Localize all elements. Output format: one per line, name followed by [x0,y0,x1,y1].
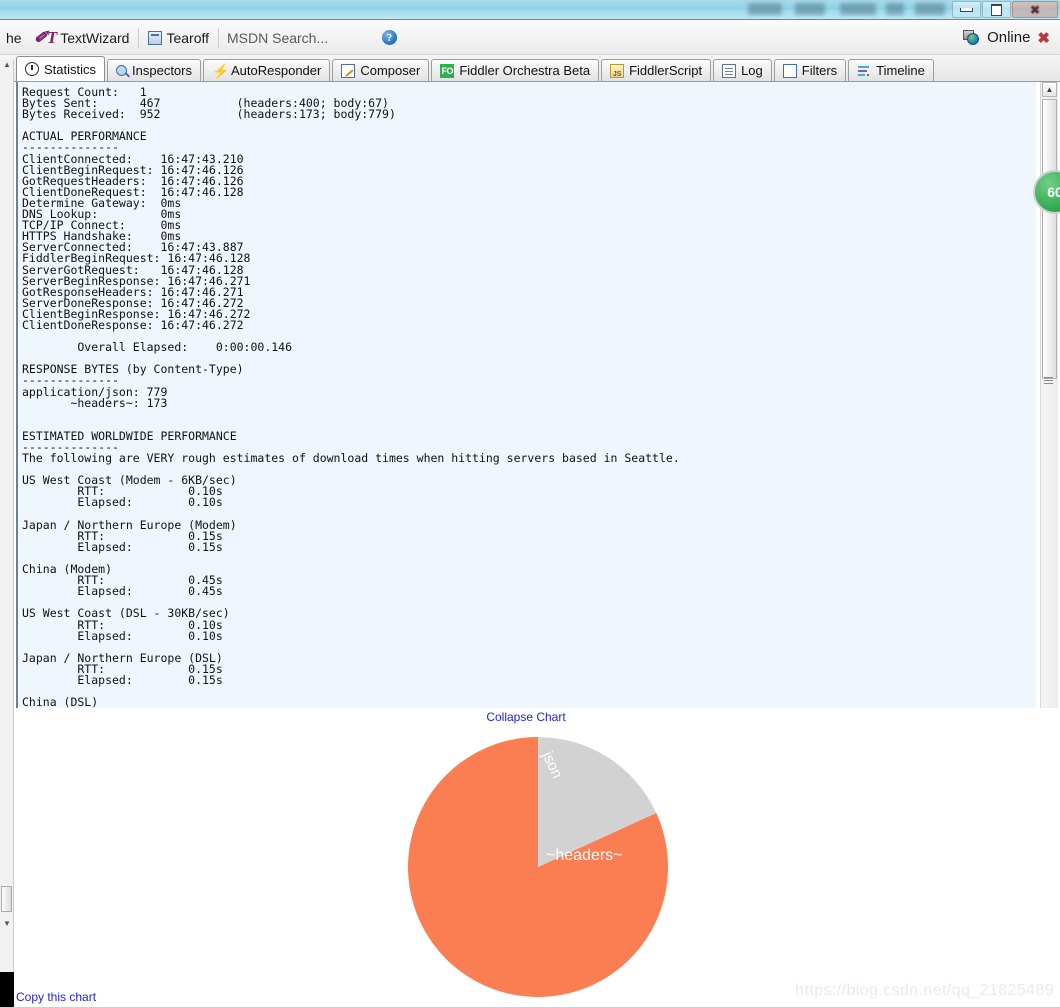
tab-label: FiddlerScript [629,63,703,78]
clock-icon [25,62,39,76]
tab-label: Log [741,63,763,78]
tab-label: Timeline [876,63,925,78]
left-scrollbar[interactable]: ▲ ▼ [0,60,14,1000]
tab-log[interactable]: Log [713,59,772,81]
cache-menu-partial[interactable]: he [0,28,28,48]
left-gutter-filler [0,972,14,1008]
tab-autoresponder[interactable]: ⚡ AutoResponder [203,59,331,81]
pie-chart-svg [408,737,668,997]
window-title-bar: ✖ [0,0,1060,20]
tab-label: Fiddler Orchestra Beta [459,63,591,78]
minimize-icon [960,7,973,12]
titlebar-blurred-text [795,3,825,15]
main-tabstrip: ▲ Statistics Inspectors ⚡ AutoResponder … [0,55,1060,82]
tearoff-label: Tearoff [166,29,209,46]
titlebar-blurred-text [748,3,782,15]
tab-composer[interactable]: Composer [332,59,430,81]
window-controls: ✖ [952,1,1058,18]
fo-icon: FO [440,63,455,78]
online-close-icon[interactable]: ✖ [1037,29,1050,47]
titlebar-blurred-text [840,3,876,15]
textwizard-icon: ✐T [33,27,58,47]
log-icon [722,63,737,78]
help-icon[interactable]: ? [382,30,397,45]
bolt-icon: ⚡ [212,62,230,79]
pencil-icon [341,63,356,78]
tab-label: Filters [801,63,838,78]
timeline-icon [857,64,871,78]
close-icon: ✖ [1029,2,1041,17]
js-icon: JS [610,63,625,78]
minimize-button[interactable] [952,1,981,18]
tab-label: Statistics [44,61,97,77]
watermark-text: https://blog.csdn.net/qq_21825489 [795,982,1054,999]
online-status-area: Online ✖ [963,29,1060,47]
globe-icon [963,30,980,45]
statistics-pane: Request Count: 1 Bytes Sent: 467 (header… [16,82,1036,708]
tab-filters[interactable]: Filters [773,59,847,81]
chart-area: Collapse Chart json ~headers~ [16,708,1060,1008]
response-bytes-pie-chart: json ~headers~ [408,737,668,997]
status-badge[interactable]: 60 [1033,170,1060,214]
tab-inspectors[interactable]: Inspectors [107,59,201,81]
titlebar-blurred-text [915,3,945,15]
scrollbar-grip-icon [1044,377,1053,384]
tab-timeline[interactable]: Timeline [848,59,934,81]
toolbar-separator [218,27,219,48]
filter-icon [782,63,797,78]
close-window-button[interactable]: ✖ [1012,1,1058,18]
fiddler-toolbar: he ✐T TextWizard Tearoff MSDN Search... … [0,21,1060,55]
online-label[interactable]: Online [987,29,1030,46]
toolbar-separator [138,27,140,48]
restore-icon [991,3,1002,16]
tearoff-icon [148,30,163,45]
left-scrollbar-thumb[interactable] [1,886,12,912]
tab-label: AutoResponder [231,63,322,78]
statistics-text: Request Count: 1 Bytes Sent: 467 (header… [22,85,680,708]
tearoff-button[interactable]: Tearoff [142,28,215,48]
scroll-up-button[interactable]: ▲ [1042,82,1057,97]
left-scroll-down-icon[interactable]: ▼ [2,919,12,928]
textwizard-button[interactable]: ✐T TextWizard [28,26,136,50]
copy-this-chart-link[interactable]: Copy this chart [16,990,96,1004]
left-scroll-up-icon[interactable]: ▲ [2,60,12,69]
magnifier-icon [116,65,128,76]
tab-fiddlerscript[interactable]: JS FiddlerScript [601,59,712,81]
titlebar-blurred-text [886,3,904,15]
tab-fiddler-orchestra-beta[interactable]: FO Fiddler Orchestra Beta [431,59,600,81]
tab-label: Composer [360,63,421,78]
tab-statistics[interactable]: Statistics [16,56,106,81]
pie-label-headers: ~headers~ [546,847,623,864]
scrollbar-thumb[interactable] [1042,99,1057,379]
msdn-search-input[interactable]: MSDN Search... [222,29,382,47]
tab-label: Inspectors [132,63,192,78]
restore-button[interactable] [982,1,1011,18]
collapse-chart-link[interactable]: Collapse Chart [16,710,1036,724]
textwizard-label: TextWizard [60,29,130,46]
